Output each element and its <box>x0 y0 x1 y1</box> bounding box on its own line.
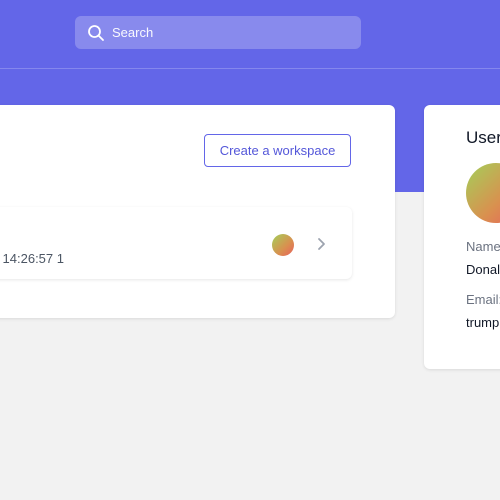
header-divider <box>0 68 500 69</box>
workspaces-card: Create a workspace 1 14:26:57 <box>0 105 395 318</box>
create-workspace-button[interactable]: Create a workspace <box>204 134 351 167</box>
user-card: User Name Donal Email: trump <box>424 105 500 369</box>
workspace-avatar <box>272 234 294 256</box>
email-label: Email: <box>466 292 500 307</box>
email-value: trump <box>466 315 500 330</box>
search-icon <box>87 24 105 42</box>
page: Create a workspace 1 14:26:57 User Name … <box>0 0 500 500</box>
name-label: Name <box>466 239 500 254</box>
workspace-list-item[interactable]: 1 14:26:57 <box>0 207 352 279</box>
search-input[interactable] <box>112 25 342 41</box>
user-avatar <box>466 163 500 223</box>
workspace-timestamp: 1 14:26:57 <box>2 251 64 266</box>
name-value: Donal <box>466 262 500 277</box>
search-bar[interactable] <box>75 16 361 49</box>
chevron-right-icon[interactable] <box>316 237 328 251</box>
user-card-title: User <box>466 128 500 147</box>
